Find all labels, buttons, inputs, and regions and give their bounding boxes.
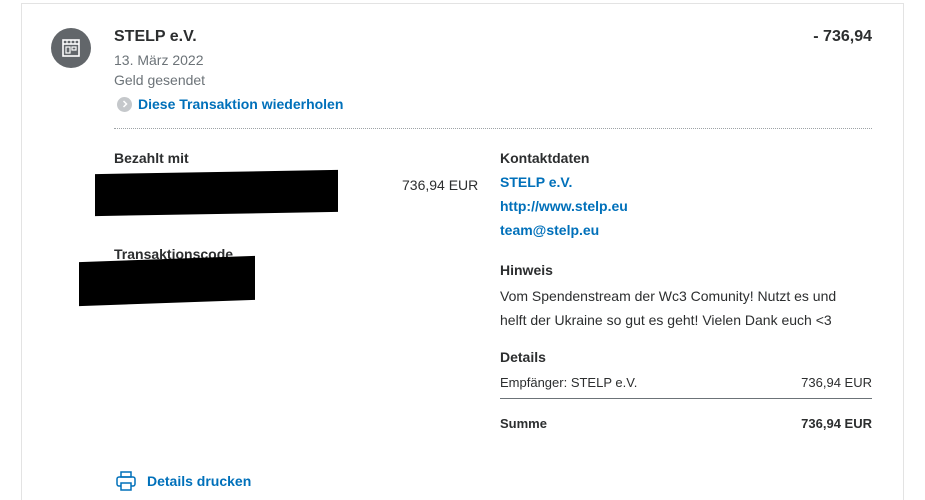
print-details-button[interactable]: Details drucken bbox=[115, 470, 251, 492]
printer-icon bbox=[116, 471, 136, 491]
contact-heading: Kontaktdaten bbox=[500, 150, 590, 166]
contact-email-link[interactable]: team@stelp.eu bbox=[500, 222, 599, 238]
note-text: Vom Spendenstream der Wc3 Comunity! Nutz… bbox=[500, 288, 837, 328]
redacted-payment-method bbox=[95, 169, 338, 217]
contact-website-link[interactable]: http://www.stelp.eu bbox=[500, 198, 628, 214]
transaction-date: 13. März 2022 bbox=[114, 52, 204, 68]
recipient-row: Empfänger: STELP e.V. 736,94 EUR bbox=[500, 375, 872, 390]
contact-name-link[interactable]: STELP e.V. bbox=[500, 174, 572, 190]
paid-with-amount: 736,94 EUR bbox=[402, 177, 479, 193]
transaction-amount: - 736,94 bbox=[813, 28, 872, 45]
repeat-transaction-label: Diese Transaktion wiederholen bbox=[138, 96, 344, 112]
store-icon bbox=[62, 39, 80, 57]
total-row: Summe 736,94 EUR bbox=[500, 416, 872, 431]
redacted-transaction-code bbox=[79, 255, 255, 307]
header-divider bbox=[114, 128, 872, 129]
repeat-transaction-link[interactable]: Diese Transaktion wiederholen bbox=[117, 96, 343, 112]
note-heading: Hinweis bbox=[500, 262, 553, 278]
total-label: Summe bbox=[500, 416, 547, 431]
transaction-status: Geld gesendet bbox=[114, 72, 206, 88]
paid-with-heading: Bezahlt mit bbox=[114, 150, 189, 166]
recipient-amount: 736,94 EUR bbox=[801, 375, 872, 390]
details-heading: Details bbox=[500, 349, 546, 365]
print-details-label: Details drucken bbox=[147, 473, 252, 489]
total-amount: 736,94 EUR bbox=[801, 416, 872, 431]
chevron-right-icon bbox=[117, 96, 132, 112]
recipient-label: Empfänger: STELP e.V. bbox=[500, 375, 638, 390]
merchant-name: STELP e.V. bbox=[114, 28, 197, 45]
merchant-avatar bbox=[51, 28, 91, 68]
details-divider bbox=[500, 398, 872, 399]
